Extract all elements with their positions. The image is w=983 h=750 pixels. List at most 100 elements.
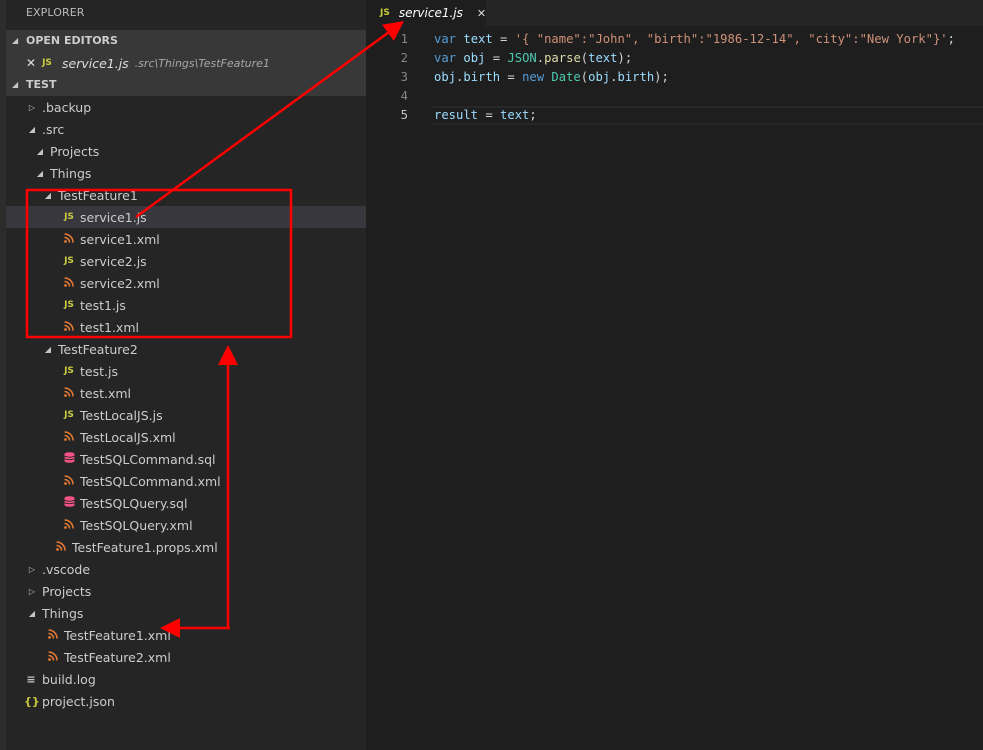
tree-file[interactable]: {} project.json [6,690,366,712]
code-text: var obj = JSON.parse(text); [434,49,632,68]
line-number: 3 [400,70,408,84]
tree-file[interactable]: test.xml [6,382,366,404]
tree-file[interactable]: JS test1.js [6,294,366,316]
code-token: ); [617,51,633,65]
tree-file[interactable]: TestFeature2.xml [6,646,366,668]
line-number: 1 [400,32,408,46]
tree-file[interactable]: test1.xml [6,316,366,338]
chevron-expanded-icon[interactable]: ◢ [26,125,38,134]
tree-item-label: TestLocalJS.js [80,407,163,423]
chevron-expanded-icon[interactable]: ◢ [34,169,46,178]
code-line[interactable]: 1 var text = '{ "name":"John", "birth":"1… [366,30,983,49]
code-token: result [434,108,479,122]
code-token: text [463,32,493,46]
tree-item-label: Things [42,605,84,621]
open-editors-header[interactable]: ◢ OPEN EDITORS [6,30,366,52]
chevron-collapsed-icon[interactable]: ▷ [26,565,38,574]
tree-item-label: Things [50,165,92,181]
code-token: obj [463,51,486,65]
tree-folder[interactable]: ▷ .vscode [6,558,366,580]
tree-folder[interactable]: ◢ .src [6,118,366,140]
code-token: = [500,70,523,84]
xml-file-icon [62,430,76,444]
tree-file[interactable]: ≡ build.log [6,668,366,690]
js-file-icon: JS [64,256,74,266]
code-token: obj [434,70,457,84]
code-line[interactable]: 2 var obj = JSON.parse(text); [366,49,983,68]
code-token: birth [463,70,501,84]
file-tree: ▷ .backup ◢ .src ◢ Projects ◢ Things ◢ TestFeatur… [6,96,366,712]
tree-file[interactable]: TestSQLQuery.xml [6,514,366,536]
tree-file[interactable]: service2.xml [6,272,366,294]
tree-item-label: project.json [42,693,115,709]
chevron-expanded-icon[interactable]: ◢ [26,609,38,618]
tree-item-label: TestSQLQuery.xml [80,517,193,533]
tree-item-label: TestSQLQuery.sql [80,495,188,511]
workspace-label: TEST [26,78,57,91]
code-token: . [536,51,545,65]
open-editor-path: .src\Things\TestFeature1 [134,56,270,70]
tree-file[interactable]: JS TestLocalJS.js [6,404,366,426]
code-token: Date [551,70,581,84]
tree-file[interactable]: JS service1.js [6,206,366,228]
tab-service1-js[interactable]: JS service1.js ✕ [366,0,486,26]
code-token: ); [654,70,669,84]
code-token: = [485,51,508,65]
explorer-title: EXPLORER [26,6,85,19]
tree-file[interactable]: TestFeature1.xml [6,624,366,646]
tree-item-label: .vscode [42,561,91,577]
tree-folder[interactable]: ◢ Things [6,602,366,624]
tree-folder[interactable]: ◢ TestFeature1 [6,184,366,206]
tree-item-label: TestSQLCommand.xml [80,473,221,489]
open-editors-label: OPEN EDITORS [26,34,118,47]
code-text: result = text; [434,106,537,125]
code-token: '{ "name":"John", "birth":"1986-12-14", … [514,32,948,46]
tree-file[interactable]: TestFeature1.props.xml [6,536,366,558]
tree-file[interactable]: TestSQLCommand.xml [6,470,366,492]
tree-file[interactable]: JS service2.js [6,250,366,272]
log-file-icon: ≡ [26,672,36,686]
code-line[interactable]: 4 [366,87,983,106]
code-token: var [434,32,457,46]
tree-item-label: Projects [50,143,100,159]
code-editor[interactable]: 1 var text = '{ "name":"John", "birth":"1… [366,30,983,125]
tree-item-label: service1.xml [80,231,160,247]
open-editor-item[interactable]: ✕ JS service1.js .src\Things\TestFeature… [6,52,366,74]
chevron-expanded-icon[interactable]: ◢ [42,345,54,354]
tree-folder[interactable]: ◢ Things [6,162,366,184]
tree-item-label: TestFeature1.props.xml [72,539,218,555]
chevron-collapsed-icon[interactable]: ▷ [26,103,38,112]
tab-label: service1.js [398,6,463,20]
chevron-expanded-icon[interactable]: ◢ [42,191,54,200]
workspace-header[interactable]: ◢ TEST [6,74,366,96]
tree-file[interactable]: JS test.js [6,360,366,382]
tree-file[interactable]: TestSQLQuery.sql [6,492,366,514]
code-token: birth [617,70,655,84]
xml-file-icon [62,518,76,532]
tree-item-label: .backup [42,99,92,115]
code-token: = [492,32,515,46]
tree-item-label: build.log [42,671,96,687]
js-file-icon: JS [42,58,52,68]
tree-folder[interactable]: ◢ TestFeature2 [6,338,366,360]
tree-item-label: TestSQLCommand.sql [80,451,216,467]
chevron-collapsed-icon[interactable]: ▷ [26,587,38,596]
tree-item-label: service2.js [80,253,147,269]
tree-item-label: test1.xml [80,319,139,335]
chevron-expanded-icon[interactable]: ◢ [34,147,46,156]
tree-item-label: TestFeature2 [58,341,138,357]
code-line[interactable]: 5 result = text; [366,106,983,125]
tree-file[interactable]: TestLocalJS.xml [6,426,366,448]
xml-file-icon [62,276,76,290]
close-icon[interactable]: ✕ [477,7,486,20]
code-token: text [500,108,530,122]
tree-item-label: TestLocalJS.xml [80,429,176,445]
tree-file[interactable]: TestSQLCommand.sql [6,448,366,470]
tree-folder[interactable]: ▷ .backup [6,96,366,118]
tree-folder[interactable]: ▷ Projects [6,580,366,602]
close-icon[interactable]: ✕ [26,56,40,70]
code-line[interactable]: 3 obj.birth = new Date(obj.birth); [366,68,983,87]
tree-folder[interactable]: ◢ Projects [6,140,366,162]
tree-file[interactable]: service1.xml [6,228,366,250]
tree-item-label: Projects [42,583,92,599]
